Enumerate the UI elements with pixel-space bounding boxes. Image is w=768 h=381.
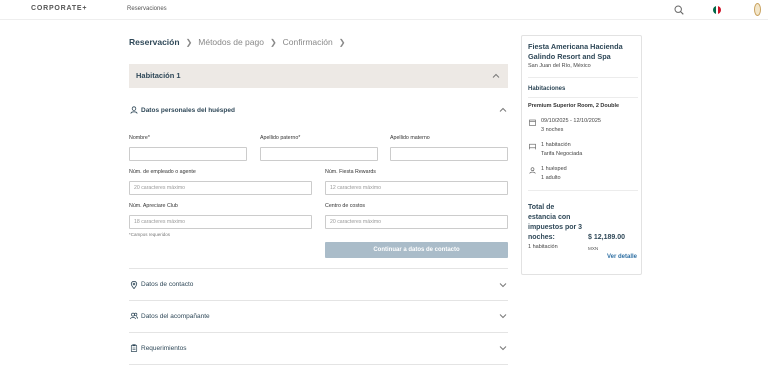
hotel-location: San Juan del Río, México [528, 63, 591, 69]
nav-link-reservaciones[interactable]: Reservaciones [127, 6, 167, 12]
divider [129, 332, 508, 333]
booking-summary-card: Fiesta Americana Hacienda Galindo Resort… [521, 35, 642, 275]
chevron-up-icon[interactable] [492, 72, 500, 80]
clipboard-icon [130, 344, 138, 352]
rooms-heading: Habitaciones [528, 86, 566, 92]
apellido-materno-label: Apellido materno [390, 135, 430, 141]
room-accordion-header[interactable]: Habitación 1 [129, 64, 508, 88]
rate-name: Tarifa Negociada [541, 150, 583, 157]
room-count: 1 habitación [541, 142, 571, 148]
checkout-steps: Reservación ❯ Métodos de pago ❯ Confirma… [129, 35, 351, 49]
apellido-paterno-label: Apellido paterno* [260, 135, 301, 141]
step-reservacion[interactable]: Reservación [129, 37, 180, 47]
step-metodos-de-pago[interactable]: Métodos de pago [198, 37, 264, 47]
apellido-paterno-input[interactable] [260, 147, 378, 161]
divider [129, 268, 508, 269]
divider [528, 190, 638, 191]
requirements-section-title[interactable]: Requerimientos [141, 345, 187, 352]
divider [129, 300, 508, 301]
currency: MXN [588, 246, 599, 251]
fiesta-rewards-label: Núm. Fiesta Rewards [325, 169, 376, 175]
companion-section-title[interactable]: Datos del acompañante [141, 313, 210, 320]
logo[interactable]: CORPORATE+ [31, 5, 87, 12]
required-fields-note: *Campos requeridos [129, 232, 171, 237]
total-price: $ 12,189.00 [588, 234, 625, 241]
fiesta-rewards-input[interactable]: 12 caracteres máximo [325, 181, 508, 195]
stay-dates: 09/10/2025 - 12/10/2025 [541, 118, 601, 124]
apreciare-label: Núm. Apreciare Club [129, 203, 178, 209]
chevron-up-icon[interactable] [499, 106, 507, 114]
total-rooms: 1 habitación [528, 244, 558, 250]
nombre-input[interactable] [129, 147, 247, 161]
guest-count: 1 huésped [541, 166, 567, 172]
top-navbar: CORPORATE+ Reservaciones [0, 0, 768, 20]
divider [528, 97, 638, 98]
view-details-link[interactable]: Ver detalle [607, 254, 637, 260]
continue-button[interactable]: Continuar a datos de contacto [325, 242, 508, 258]
location-pin-icon [130, 281, 138, 289]
apellido-materno-input[interactable] [390, 147, 508, 161]
stay-nights: 3 noches [541, 126, 564, 133]
hotel-name: Fiesta Americana Hacienda Galindo Resort… [528, 42, 623, 61]
guest-section-title[interactable]: Datos personales del huésped [141, 107, 235, 114]
total-label: Total de estancia con impuestos por 3 no… [528, 204, 583, 241]
chevron-down-icon[interactable] [499, 281, 507, 289]
chevron-down-icon[interactable] [499, 312, 507, 320]
users-icon [130, 312, 138, 320]
divider [528, 77, 638, 78]
room-title: Habitación 1 [136, 71, 181, 80]
search-icon[interactable] [674, 5, 684, 15]
empleado-input[interactable]: 20 caracteres máximo [129, 181, 312, 195]
user-icon [130, 106, 138, 114]
contact-section-title[interactable]: Datos de contacto [141, 281, 193, 288]
adult-count: 1 adulto [541, 174, 561, 181]
room-type: Premium Superior Room, 2 Double [528, 103, 620, 109]
chevron-right-icon: ❯ [338, 37, 346, 47]
chevron-right-icon: ❯ [269, 37, 277, 47]
user-icon [529, 167, 536, 174]
centro-costos-label: Centro de costos [325, 203, 366, 209]
chevron-down-icon[interactable] [499, 344, 507, 352]
calendar-icon [529, 119, 536, 126]
flag-mexico-icon[interactable] [713, 6, 721, 14]
chevron-right-icon: ❯ [185, 37, 193, 47]
user-avatar[interactable] [754, 3, 761, 16]
step-confirmacion[interactable]: Confirmación [283, 37, 333, 47]
empleado-label: Núm. de empleado o agente [129, 169, 196, 175]
divider [129, 364, 508, 365]
nombre-label: Nombre* [129, 135, 150, 141]
centro-costos-input[interactable]: 20 caracteres máximo [325, 215, 508, 229]
apreciare-input[interactable]: 18 caracteres máximo [129, 215, 312, 229]
bed-icon [529, 143, 536, 150]
